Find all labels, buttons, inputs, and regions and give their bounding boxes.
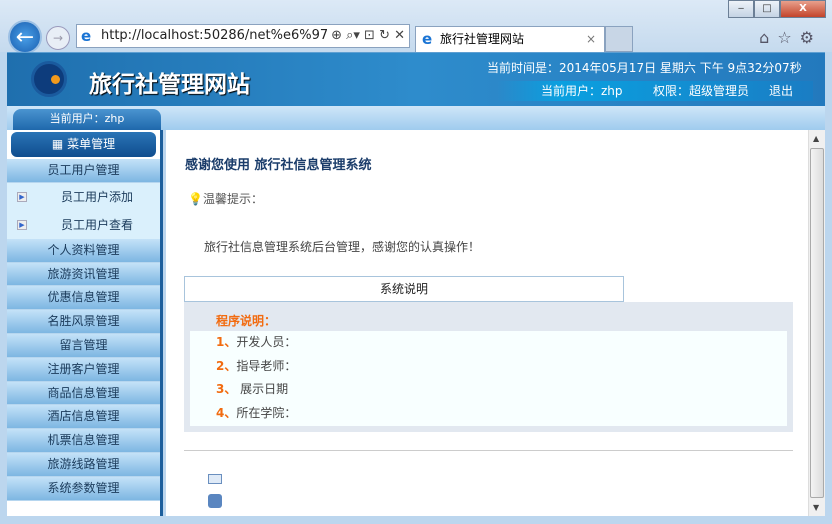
forward-button[interactable]: → — [46, 26, 70, 50]
logo-icon — [31, 61, 67, 97]
sidebar-item[interactable]: 优惠信息管理 — [7, 286, 160, 311]
program-info-list: 1、开发人员： 2、指导老师： 3、 展示日期 4、所在学院： — [190, 331, 787, 426]
row-label: 指导老师： — [236, 358, 297, 373]
new-tab-button[interactable] — [605, 26, 633, 52]
subitem-label: 员工用户添加 — [61, 189, 134, 204]
sidebar-item[interactable]: 个人资料管理 — [7, 238, 160, 263]
vertical-scrollbar[interactable]: ▲ ▼ — [808, 130, 825, 516]
phone-icon — [208, 494, 222, 508]
info-row: 1、开发人员： — [190, 331, 787, 355]
sidebar-item[interactable]: 注册客户管理 — [7, 357, 160, 382]
sidebar-item[interactable]: 名胜风景管理 — [7, 310, 160, 334]
welcome-message: 旅行社信息管理系统后台管理，感谢您的认真操作！ — [204, 240, 481, 254]
subitem-label: 员工用户查看 — [61, 217, 134, 232]
row-label: 展示日期 — [236, 382, 289, 396]
maximize-button[interactable]: □ — [754, 0, 780, 18]
scroll-down-icon[interactable]: ▼ — [813, 503, 819, 512]
row-num: 2、 — [216, 358, 237, 373]
row-num: 1、 — [216, 335, 237, 349]
main-content: 感谢您使用 旅行社信息管理系统 💡温馨提示： 旅行社信息管理系统后台管理，感谢您… — [166, 130, 808, 516]
program-info-title: 程序说明： — [216, 314, 277, 328]
sidebar-item[interactable]: 旅游资讯管理 — [7, 262, 160, 287]
sidebar-item[interactable]: 商品信息管理 — [7, 381, 160, 406]
sidebar-item[interactable]: 机票信息管理 — [7, 429, 160, 453]
sidebar-current-user: 当前用户：zhp — [13, 109, 161, 131]
row-label: 所在学院： — [236, 405, 297, 420]
sub-bar: 当前用户：zhp — [7, 106, 825, 131]
sidebar-item[interactable]: 留言管理 — [7, 333, 160, 358]
scroll-up-icon[interactable]: ▲ — [813, 134, 819, 143]
hint-label: 温馨提示： — [202, 192, 263, 206]
tab-close-icon[interactable]: × — [586, 27, 596, 51]
grid-icon: ▦ — [51, 137, 68, 151]
sidebar-subitem-add[interactable]: ▶ 员工用户添加 — [7, 182, 160, 211]
back-button[interactable]: ← — [8, 20, 42, 54]
row-num: 3、 — [216, 382, 237, 396]
mail-icon — [208, 474, 222, 484]
sidebar: ▦ 菜单管理 员工用户管理 ▶ 员工用户添加 ▶ 员工用户查看 个人资料管理 旅游资… — [7, 130, 163, 516]
info-row: 3、 展示日期 — [190, 378, 787, 402]
info-row: 4、所在学院： — [190, 402, 787, 426]
logout-link[interactable]: 退出 — [769, 81, 793, 101]
row-num: 4、 — [216, 405, 237, 420]
ie-icon: e — [81, 27, 92, 45]
site-header: 旅行社管理网站 当前时间是：2014年05月17日 星期六 下午 9点32分07… — [7, 52, 825, 106]
menu-title-label: 菜单管理 — [67, 137, 116, 151]
menu-title: ▦ 菜单管理 — [11, 132, 156, 157]
divider — [184, 450, 793, 451]
role: 权限：超级管理员 — [653, 84, 750, 98]
program-info-panel: 程序说明： 1、开发人员： 2、指导老师： 3、 展示日期 4、所在学院： — [184, 302, 793, 432]
info-row: 2、指导老师： — [190, 355, 787, 379]
sidebar-group-staff[interactable]: 员工用户管理 — [7, 159, 160, 183]
browser-tab[interactable]: e 旅行社管理网站 × — [415, 26, 605, 52]
site-title: 旅行社管理网站 — [89, 71, 250, 98]
page-title: 感谢您使用 旅行社信息管理系统 — [185, 158, 372, 173]
home-favorites-settings-icons[interactable]: ⌂☆⚙ — [759, 28, 822, 47]
sidebar-item[interactable]: 旅游线路管理 — [7, 452, 160, 477]
arrow-icon: ▶ — [17, 191, 27, 202]
current-user: 当前用户：zhp — [541, 84, 623, 98]
browser-chrome: ‒ □ X ← → e http://localhost:50286/net%e… — [0, 0, 832, 54]
row-label: 开发人员： — [236, 335, 297, 349]
tab-title: 旅行社管理网站 — [440, 32, 525, 46]
user-bar: 当前用户：zhp 权限：超级管理员 退出 — [497, 81, 813, 101]
sidebar-item[interactable]: 系统参数管理 — [7, 476, 160, 501]
url-text: http://localhost:50286/net%e6%97%8 — [101, 28, 349, 43]
window-frame-bottom — [0, 516, 832, 524]
sidebar-subitem-view[interactable]: ▶ 员工用户查看 — [7, 210, 160, 239]
sidebar-item[interactable]: 酒店信息管理 — [7, 405, 160, 430]
ie-icon: e — [422, 30, 433, 48]
system-info-header: 系统说明 — [184, 276, 624, 302]
arrow-icon: ▶ — [17, 219, 27, 230]
hint: 💡温馨提示： — [188, 190, 263, 207]
address-bar[interactable]: e http://localhost:50286/net%e6%97%8 ⊕ ⌕… — [76, 24, 410, 48]
lightbulb-icon: 💡 — [188, 192, 203, 206]
current-time: 当前时间是：2014年05月17日 星期六 下午 9点32分07秒 — [487, 61, 802, 75]
close-button[interactable]: X — [780, 0, 826, 18]
address-tools-icon[interactable]: ⊕ ⌕▾ ⊡ ↻ ✕ — [327, 25, 405, 47]
scrollbar-thumb[interactable] — [810, 148, 824, 498]
minimize-button[interactable]: ‒ — [728, 0, 754, 18]
